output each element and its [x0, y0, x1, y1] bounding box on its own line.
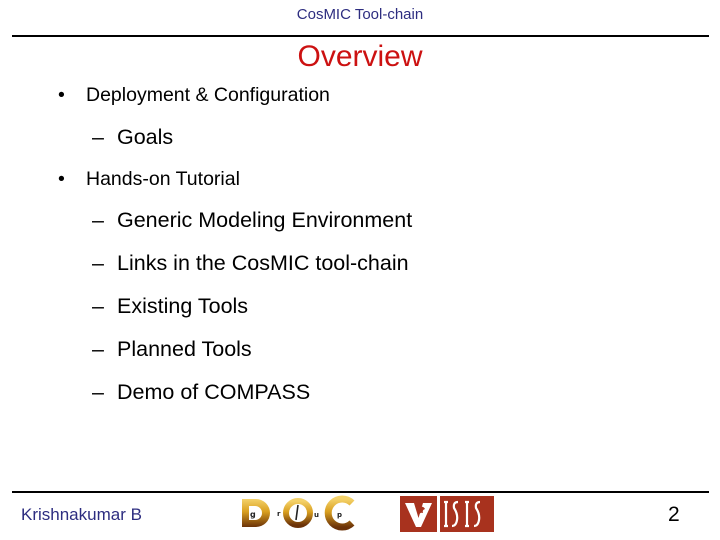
- header-divider: [12, 35, 709, 37]
- outline-item-text: Generic Modeling Environment: [117, 208, 413, 232]
- logo-letter-o: [283, 498, 313, 528]
- logo-letter-g: g: [250, 510, 256, 519]
- bullet-marker: •: [58, 168, 65, 190]
- dash-marker: –: [92, 337, 104, 361]
- footer-author: Krishnakumar B: [21, 505, 142, 524]
- footer-divider: [12, 491, 709, 493]
- outline-item: • Deployment & Configuration: [58, 84, 330, 107]
- logo-letter-p: p: [337, 511, 342, 519]
- dash-marker: –: [92, 251, 104, 275]
- outline-subitem: – Planned Tools: [92, 337, 252, 362]
- outline-item-text: Existing Tools: [117, 294, 249, 318]
- dash-marker: –: [92, 380, 104, 404]
- slide-title: Overview: [297, 40, 423, 73]
- dash-marker: –: [92, 125, 104, 149]
- bullet-marker: •: [58, 84, 65, 106]
- clock-hand-icon: [295, 504, 299, 521]
- vanderbilt-isis-logo: [400, 496, 494, 532]
- logo-letter-r: r: [277, 510, 281, 518]
- outline-subitem: – Goals: [92, 125, 173, 150]
- header-title: CosMIC Tool-chain: [296, 6, 424, 23]
- outline-item-text: Links in the CosMIC tool-chain: [117, 251, 409, 275]
- outline-item: • Hands-on Tutorial: [58, 168, 240, 191]
- dash-marker: –: [92, 208, 104, 232]
- outline-item-text: Goals: [117, 125, 174, 149]
- outline-subitem: – Generic Modeling Environment: [92, 208, 412, 233]
- outline-item-text: Hands-on Tutorial: [86, 168, 240, 190]
- outline-subitem: – Demo of COMPASS: [92, 380, 310, 405]
- outline-subitem: – Links in the CosMIC tool-chain: [92, 251, 409, 276]
- outline-item-text: Planned Tools: [117, 337, 252, 361]
- outline-item-text: Deployment & Configuration: [86, 84, 330, 106]
- outline-subitem: – Existing Tools: [92, 294, 248, 319]
- doc-group-logo: g r u p: [242, 495, 355, 531]
- dash-marker: –: [92, 294, 104, 318]
- outline-item-text: Demo of COMPASS: [117, 380, 311, 404]
- logo-letter-d: [242, 499, 270, 527]
- logo-letter-u: u: [314, 511, 319, 519]
- page-number: 2: [668, 503, 680, 526]
